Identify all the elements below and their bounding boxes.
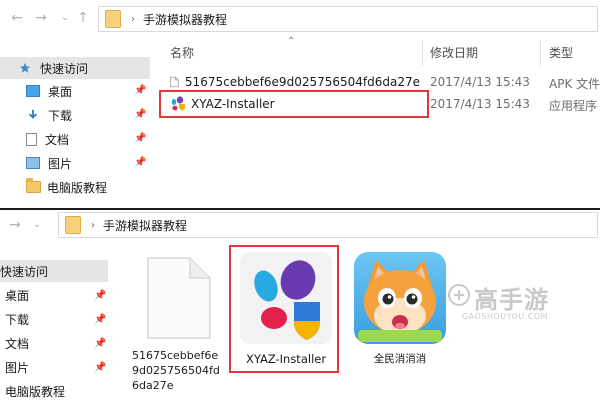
document-icon <box>26 132 37 146</box>
forward-arrow-icon[interactable]: → <box>6 216 24 234</box>
star-icon <box>19 62 31 73</box>
sidebar-item-label: 电脑版教程 <box>47 180 108 195</box>
sidebar-item-downloads[interactable]: 下载 <box>0 104 150 126</box>
address-bar[interactable]: › 手游模拟器教程 <box>98 6 598 32</box>
column-header-date[interactable]: 修改日期 <box>430 44 478 64</box>
file-name: 51675cebbef6e9d025756504fd6da27e <box>184 75 420 89</box>
column-divider[interactable] <box>540 40 541 66</box>
cat-game-icon <box>354 252 446 344</box>
file-icon <box>170 76 179 88</box>
file-date: 2017/4/13 15:43 <box>430 97 530 111</box>
pin-icon[interactable]: 📌 <box>134 133 146 144</box>
sidebar-item-desktop[interactable]: 桌面 <box>0 80 150 102</box>
desktop-icon <box>26 85 40 97</box>
address-row: ← → ⌄ ↑ › 手游模拟器教程 <box>0 0 600 40</box>
sidebar-item-label: 桌面 <box>5 288 30 303</box>
pin-icon[interactable]: 📌 <box>134 85 146 96</box>
breadcrumb-current-folder[interactable]: 手游模拟器教程 <box>143 11 227 28</box>
column-header-name[interactable]: 名称 <box>170 44 194 64</box>
back-arrow-icon[interactable]: ← <box>8 9 26 27</box>
sidebar-item-documents[interactable]: 文档 <box>0 332 108 354</box>
bottom-explorer-window: → ⌄ › 手游模拟器教程 快速访问 桌面 📌 下载 📌 文档 📌 图片 📌 电… <box>0 208 600 400</box>
watermark-domain: GAOSHOUYOU.COM <box>462 312 549 321</box>
folder-icon <box>65 216 81 234</box>
site-watermark: 高手游 GAOSHOUYOU.COM <box>448 280 598 330</box>
sidebar-item-desktop[interactable]: 桌面 <box>0 284 108 306</box>
breadcrumb-current-folder[interactable]: 手游模拟器教程 <box>103 217 187 234</box>
top-explorer-window: ← → ⌄ ↑ › 手游模拟器教程 快速访问 桌面 📌 下载 📌 文档 📌 图片… <box>0 0 600 208</box>
sidebar-item-downloads[interactable]: 下载 <box>0 308 108 330</box>
sidebar-item-label: 下载 <box>5 312 30 327</box>
sidebar-item-quick-access[interactable]: 快速访问 <box>0 260 108 282</box>
column-header-type[interactable]: 类型 <box>549 44 573 64</box>
recent-chevron-icon[interactable]: ⌄ <box>56 9 74 27</box>
download-icon <box>28 109 38 119</box>
tile-game-app[interactable]: 全民消消消 <box>350 250 450 370</box>
pin-icon[interactable]: 📌 <box>94 290 106 301</box>
sidebar-item-documents[interactable]: 文档 <box>0 128 150 150</box>
column-divider[interactable] <box>422 40 423 66</box>
sidebar-item-pc-tutorial[interactable]: 电脑版教程 <box>0 176 150 198</box>
file-type: 应用程序 <box>549 99 598 113</box>
address-bar[interactable]: › 手游模拟器教程 <box>58 212 598 238</box>
file-type: APK 文件 <box>549 77 600 91</box>
pin-icon[interactable]: 📌 <box>94 314 106 325</box>
pin-icon[interactable]: 📌 <box>94 362 106 373</box>
up-arrow-icon[interactable]: ↑ <box>74 9 92 27</box>
sidebar-item-pc-tutorial[interactable]: 电脑版教程 <box>0 380 108 400</box>
tile-label: 51675cebbef6e9d025756504fd6da27e <box>132 349 220 392</box>
pin-icon[interactable]: 📌 <box>134 157 146 168</box>
sort-chevron-icon[interactable]: ⌃ <box>287 36 295 47</box>
sidebar-item-pictures[interactable]: 图片 <box>0 356 108 378</box>
sidebar-item-label: 快速访问 <box>0 264 49 279</box>
watermark-brand: 高手游 <box>474 286 549 314</box>
pin-icon[interactable]: 📌 <box>134 109 146 120</box>
recent-chevron-icon[interactable]: ⌄ <box>28 216 46 234</box>
breadcrumb-separator-icon: › <box>91 219 95 231</box>
tile-label: 全民消消消 <box>373 353 427 365</box>
blank-file-icon <box>147 257 211 339</box>
forward-arrow-icon[interactable]: → <box>32 9 50 27</box>
sidebar-item-label: 下载 <box>48 108 73 123</box>
pin-icon[interactable]: 📌 <box>94 338 106 349</box>
highlight-box <box>229 245 339 373</box>
folder-icon <box>26 178 41 193</box>
sidebar-item-label: 桌面 <box>48 84 73 99</box>
sidebar-item-quick-access[interactable]: 快速访问 <box>0 57 150 79</box>
sidebar-item-label: 电脑版教程 <box>5 384 66 399</box>
sidebar-item-label: 文档 <box>45 132 70 147</box>
gamepad-logo-icon <box>448 284 470 306</box>
file-date: 2017/4/13 15:43 <box>430 75 530 89</box>
tile-apk-file[interactable]: 51675cebbef6e9d025756504fd6da27e <box>130 250 226 400</box>
sidebar-item-label: 图片 <box>48 156 73 171</box>
picture-icon <box>26 157 40 169</box>
highlight-box <box>159 90 429 118</box>
sidebar-item-pictures[interactable]: 图片 <box>0 152 150 174</box>
sidebar-item-label: 图片 <box>5 360 30 375</box>
sidebar-item-label: 快速访问 <box>40 61 89 76</box>
folder-icon <box>105 10 121 28</box>
breadcrumb-separator-icon: › <box>131 13 135 25</box>
sidebar-item-label: 文档 <box>5 336 30 351</box>
